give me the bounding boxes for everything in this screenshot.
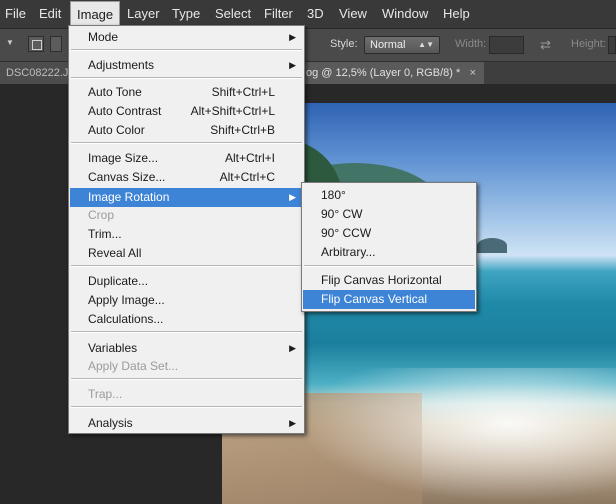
menu-item-label: Calculations... <box>88 312 164 326</box>
menu-item-adjustments[interactable]: Adjustments ▶ <box>70 56 303 75</box>
menu-item-duplicate[interactable]: Duplicate... <box>70 272 303 291</box>
menu-separator <box>71 77 302 79</box>
menu-item-label: 180° <box>321 188 346 202</box>
menu-item-reveal-all[interactable]: Reveal All <box>70 244 303 263</box>
menu-item-label: Auto Color <box>88 123 145 137</box>
menu-separator <box>71 331 302 333</box>
menu-item-label: Trim... <box>88 227 122 241</box>
submenu-arrow-icon: ▶ <box>289 60 296 70</box>
style-label: Style: <box>330 38 358 50</box>
width-label: Width: <box>455 38 487 50</box>
menu-item-canvas-size[interactable]: Canvas Size... Alt+Ctrl+C <box>70 168 303 187</box>
menu-item-auto-tone[interactable]: Auto Tone Shift+Ctrl+L <box>70 83 303 102</box>
dropdown-arrows-icon: ▲▼ <box>418 40 434 49</box>
tab-label: DSC08222.JI <box>6 67 72 79</box>
height-label: Height: <box>571 38 606 50</box>
menu-item-rotate-90-cw[interactable]: 90° CW <box>303 205 475 224</box>
menu-item-label: Adjustments <box>88 58 155 72</box>
menu-item-calculations[interactable]: Calculations... <box>70 310 303 329</box>
menu-item-variables[interactable]: Variables ▶ <box>70 339 303 358</box>
menu-item-label: Trap... <box>88 387 123 401</box>
menu-item-label: Analysis <box>88 416 133 430</box>
menu-item-image-rotation[interactable]: Image Rotation ▶ <box>70 188 303 207</box>
menu-separator <box>71 142 302 144</box>
menu-separator <box>304 265 474 267</box>
menu-item-label: Reveal All <box>88 246 142 260</box>
menu-image[interactable]: Image <box>70 1 121 28</box>
menu-separator <box>71 49 302 51</box>
menu-shortcut: Alt+Ctrl+C <box>219 170 275 184</box>
submenu-arrow-icon: ▶ <box>289 32 296 42</box>
menu-separator <box>71 265 302 267</box>
width-input[interactable] <box>489 36 524 54</box>
menu-item-auto-color[interactable]: Auto Color Shift+Ctrl+B <box>70 121 303 140</box>
swap-icon[interactable]: ⇄ <box>540 37 551 53</box>
menu-item-flip-canvas-vertical[interactable]: Flip Canvas Vertical <box>303 290 475 309</box>
menu-item-label: Auto Contrast <box>88 104 162 118</box>
submenu-arrow-icon: ▶ <box>289 418 296 428</box>
menu-item-arbitrary[interactable]: Arbitrary... <box>303 243 475 262</box>
image-rocks <box>477 238 507 253</box>
menu-item-label: Arbitrary... <box>321 245 376 259</box>
menu-item-image-size[interactable]: Image Size... Alt+Ctrl+I <box>70 149 303 168</box>
menu-edit[interactable]: Edit <box>39 0 61 28</box>
menu-view[interactable]: View <box>339 0 367 28</box>
tool-preset-arrow-icon[interactable]: ▼ <box>6 38 14 47</box>
menu-item-flip-canvas-horizontal[interactable]: Flip Canvas Horizontal <box>303 271 475 290</box>
menu-item-rotate-90-ccw[interactable]: 90° CCW <box>303 224 475 243</box>
menu-item-auto-contrast[interactable]: Auto Contrast Alt+Shift+Ctrl+L <box>70 102 303 121</box>
menu-item-label: Image Rotation <box>88 190 170 204</box>
tab-active-document[interactable]: og @ 12,5% (Layer 0, RGB/8) * × <box>300 62 484 84</box>
menu-shortcut: Shift+Ctrl+L <box>211 85 275 99</box>
height-input[interactable] <box>608 36 616 54</box>
submenu-arrow-icon: ▶ <box>289 192 296 202</box>
image-foam <box>282 368 616 504</box>
style-value: Normal <box>370 39 406 51</box>
menu-item-apply-image[interactable]: Apply Image... <box>70 291 303 310</box>
menu-item-label: 90° CW <box>321 207 363 221</box>
menu-item-label: Canvas Size... <box>88 170 166 184</box>
menu-item-label: Auto Tone <box>88 85 142 99</box>
menu-shortcut: Alt+Ctrl+I <box>224 151 275 165</box>
menu-help[interactable]: Help <box>443 0 470 28</box>
menu-item-crop: Crop <box>70 206 303 225</box>
tab-dsc08222[interactable]: DSC08222.JI <box>0 62 74 84</box>
menu-item-label: Mode <box>88 30 119 44</box>
menu-item-label: Apply Data Set... <box>88 359 179 373</box>
menu-3d[interactable]: 3D <box>307 0 324 28</box>
menu-type[interactable]: Type <box>172 0 200 28</box>
menu-file[interactable]: File <box>5 0 26 28</box>
close-icon[interactable]: × <box>470 62 476 84</box>
menu-item-label: Flip Canvas Vertical <box>321 292 428 306</box>
image-menu: Mode ▶ Adjustments ▶ Auto Tone Shift+Ctrl+L… <box>68 25 305 434</box>
menu-item-label: Image Size... <box>88 151 159 165</box>
menu-item-label: Duplicate... <box>88 274 149 288</box>
submenu-arrow-icon: ▶ <box>289 343 296 353</box>
menu-item-rotate-180[interactable]: 180° <box>303 186 475 205</box>
menu-item-label: Apply Image... <box>88 293 165 307</box>
tab-label: og @ 12,5% (Layer 0, RGB/8) * <box>306 67 461 79</box>
menu-filter[interactable]: Filter <box>264 0 293 28</box>
menu-select[interactable]: Select <box>215 0 251 28</box>
style-select[interactable]: Normal ▲▼ <box>364 36 440 54</box>
menu-layer[interactable]: Layer <box>127 0 160 28</box>
menu-item-label: Variables <box>88 341 138 355</box>
menu-item-label: Crop <box>88 208 115 222</box>
add-selection-icon[interactable] <box>50 36 62 52</box>
menu-item-label: 90° CCW <box>321 226 372 240</box>
menu-shortcut: Shift+Ctrl+B <box>210 123 275 137</box>
menu-window[interactable]: Window <box>382 0 428 28</box>
menu-item-trap: Trap... <box>70 385 303 404</box>
new-selection-icon[interactable] <box>28 36 44 52</box>
image-rotation-submenu: 180° 90° CW 90° CCW Arbitrary... Flip Ca… <box>301 182 477 312</box>
menu-item-analysis[interactable]: Analysis ▶ <box>70 414 303 433</box>
menu-item-label: Flip Canvas Horizontal <box>321 273 442 287</box>
menu-item-trim[interactable]: Trim... <box>70 225 303 244</box>
menu-shortcut: Alt+Shift+Ctrl+L <box>190 104 275 118</box>
menu-item-apply-data-set: Apply Data Set... <box>70 357 303 376</box>
menu-item-mode[interactable]: Mode ▶ <box>70 28 303 47</box>
menu-separator <box>71 378 302 380</box>
menu-separator <box>71 406 302 408</box>
